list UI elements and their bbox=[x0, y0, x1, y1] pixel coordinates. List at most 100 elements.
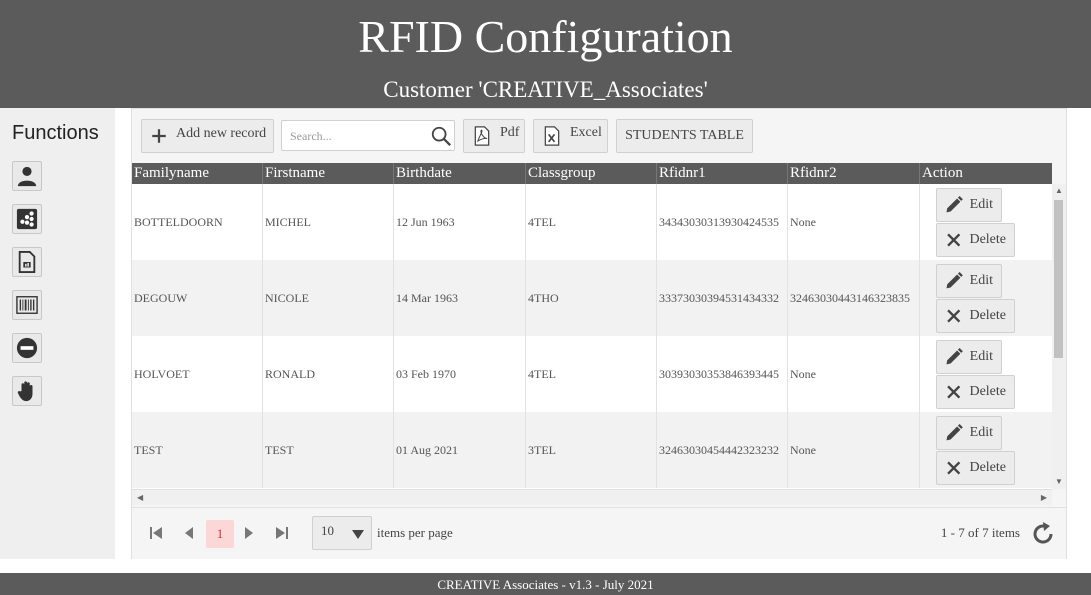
current-page-number[interactable]: 1 bbox=[206, 520, 234, 548]
close-icon bbox=[947, 233, 961, 247]
export-pdf-button[interactable]: Pdf bbox=[463, 119, 525, 153]
edit-label: Edit bbox=[969, 197, 993, 212]
scroll-down-icon[interactable]: ▼ bbox=[1055, 478, 1063, 486]
cell-birthdate: 03 Feb 1970 bbox=[394, 336, 526, 412]
delete-label: Delete bbox=[969, 460, 1006, 475]
close-icon bbox=[947, 385, 961, 399]
hand-icon bbox=[17, 381, 33, 402]
pdf-icon bbox=[474, 126, 490, 146]
cell-rfidnr2: None bbox=[788, 336, 920, 412]
pencil-icon bbox=[946, 423, 963, 441]
table-row: BOTTELDOORN MICHEL 12 Jun 1963 4TEL 3434… bbox=[132, 184, 1052, 260]
page-title: RFID Configuration bbox=[358, 11, 733, 62]
cell-familyname: DEGOUW bbox=[132, 260, 263, 336]
add-record-label: Add new record bbox=[176, 126, 267, 141]
cell-firstname: NICOLE bbox=[263, 260, 394, 336]
cell-firstname: RONALD bbox=[263, 336, 394, 412]
cell-familyname: HOLVOET bbox=[132, 336, 263, 412]
scroll-up-icon[interactable]: ▲ bbox=[1055, 187, 1063, 195]
add-record-button[interactable]: Add new record bbox=[141, 119, 274, 153]
page-size-select[interactable]: 10 bbox=[312, 516, 372, 550]
delete-button[interactable]: Delete bbox=[936, 451, 1015, 485]
edit-button[interactable]: Edit bbox=[936, 416, 1002, 450]
students-table-label: STUDENTS TABLE bbox=[625, 128, 744, 143]
edit-label: Edit bbox=[969, 349, 993, 364]
vertical-scroll-thumb[interactable] bbox=[1054, 200, 1063, 358]
previous-page-button[interactable] bbox=[178, 522, 200, 544]
grid-body: BOTTELDOORN MICHEL 12 Jun 1963 4TEL 3434… bbox=[132, 184, 1052, 489]
students-table-button[interactable]: STUDENTS TABLE bbox=[616, 119, 753, 153]
cell-firstname: TEST bbox=[263, 412, 394, 488]
search-input[interactable] bbox=[290, 127, 420, 145]
cell-firstname: MICHEL bbox=[263, 184, 394, 260]
delete-label: Delete bbox=[969, 308, 1006, 323]
sidebar-item-barcode[interactable] bbox=[12, 290, 42, 320]
excel-label: Excel bbox=[570, 125, 602, 140]
chevron-down-icon bbox=[352, 530, 364, 539]
cell-familyname: BOTTELDOORN bbox=[132, 184, 263, 260]
column-header-classgroup[interactable]: Classgroup bbox=[526, 163, 657, 184]
next-page-icon bbox=[245, 527, 253, 539]
column-header-action: Action bbox=[922, 165, 963, 181]
cell-rfidnr1: 32463030454442323232 bbox=[657, 412, 788, 488]
scroll-right-icon[interactable]: ▶ bbox=[1041, 493, 1047, 502]
close-icon bbox=[947, 461, 961, 475]
sidebar-item-reports[interactable] bbox=[12, 247, 42, 277]
page-footer: CREATIVE Associates - v1.3 - July 2021 bbox=[0, 573, 1091, 595]
cell-classgroup: 3TEL bbox=[526, 412, 657, 488]
sidebar-item-users[interactable] bbox=[12, 161, 42, 191]
cell-rfidnr2: None bbox=[788, 412, 920, 488]
sidebar-item-stop[interactable] bbox=[12, 376, 42, 406]
pencil-icon bbox=[946, 347, 963, 365]
vertical-scrollbar[interactable]: ▲ ▼ bbox=[1052, 184, 1066, 489]
dashboard-icon bbox=[16, 208, 38, 230]
pager-info: 1 - 7 of 7 items bbox=[940, 525, 1020, 540]
edit-label: Edit bbox=[969, 425, 993, 440]
report-icon bbox=[18, 251, 36, 273]
cell-birthdate: 14 Mar 1963 bbox=[394, 260, 526, 336]
plus-icon bbox=[152, 129, 166, 143]
sidebar-item-disable[interactable] bbox=[12, 333, 42, 363]
scroll-left-icon[interactable]: ◀ bbox=[137, 493, 143, 502]
cell-rfidnr1: 33373030394531434332 bbox=[657, 260, 788, 336]
delete-label: Delete bbox=[969, 384, 1006, 399]
edit-button[interactable]: Edit bbox=[936, 264, 1002, 298]
sidebar-item-dashboard[interactable] bbox=[12, 204, 42, 234]
search-icon[interactable] bbox=[430, 125, 452, 147]
cell-classgroup: 4TEL bbox=[526, 336, 657, 412]
export-excel-button[interactable]: Excel bbox=[533, 119, 608, 153]
edit-button[interactable]: Edit bbox=[936, 340, 1002, 374]
minus-circle-icon bbox=[16, 337, 38, 359]
cell-classgroup: 4TEL bbox=[526, 184, 657, 260]
first-page-button[interactable] bbox=[145, 522, 167, 544]
search-box bbox=[281, 120, 455, 151]
column-header-familyname[interactable]: Familyname bbox=[132, 163, 263, 184]
refresh-icon[interactable] bbox=[1030, 521, 1056, 547]
edit-button[interactable]: Edit bbox=[936, 188, 1002, 222]
cell-birthdate: 01 Aug 2021 bbox=[394, 412, 526, 488]
customer-subtitle: Customer 'CREATIVE_Associates' bbox=[383, 77, 708, 102]
delete-button[interactable]: Delete bbox=[936, 299, 1015, 333]
pencil-icon bbox=[946, 271, 963, 289]
delete-button[interactable]: Delete bbox=[936, 223, 1015, 257]
column-header-birthdate[interactable]: Birthdate bbox=[394, 163, 526, 184]
page-header: RFID Configuration Customer 'CREATIVE_As… bbox=[0, 0, 1091, 108]
cell-birthdate: 12 Jun 1963 bbox=[394, 184, 526, 260]
first-page-icon bbox=[150, 527, 162, 539]
close-icon bbox=[947, 309, 961, 323]
cell-familyname: TEST bbox=[132, 412, 263, 488]
cell-rfidnr1: 34343030313930424535 bbox=[657, 184, 788, 260]
horizontal-scrollbar[interactable]: ◀ ▶ bbox=[132, 489, 1052, 505]
cell-rfidnr1: 30393030353846393445 bbox=[657, 336, 788, 412]
column-header-rfidnr2[interactable]: Rfidnr2 bbox=[788, 163, 920, 184]
pdf-label: Pdf bbox=[500, 125, 520, 140]
column-header-firstname[interactable]: Firstname bbox=[263, 163, 394, 184]
students-grid-panel: Add new record Pdf Excel STUDENTS TABLE … bbox=[131, 108, 1067, 559]
grid-header: Familyname Firstname Birthdate Classgrou… bbox=[132, 163, 1052, 184]
delete-button[interactable]: Delete bbox=[936, 375, 1015, 409]
column-header-rfidnr1[interactable]: Rfidnr1 bbox=[657, 163, 788, 184]
last-page-button[interactable] bbox=[271, 522, 293, 544]
pager: 1 10 items per page 1 - 7 of 7 items bbox=[132, 507, 1066, 559]
pencil-icon bbox=[946, 195, 963, 213]
next-page-button[interactable] bbox=[238, 522, 260, 544]
